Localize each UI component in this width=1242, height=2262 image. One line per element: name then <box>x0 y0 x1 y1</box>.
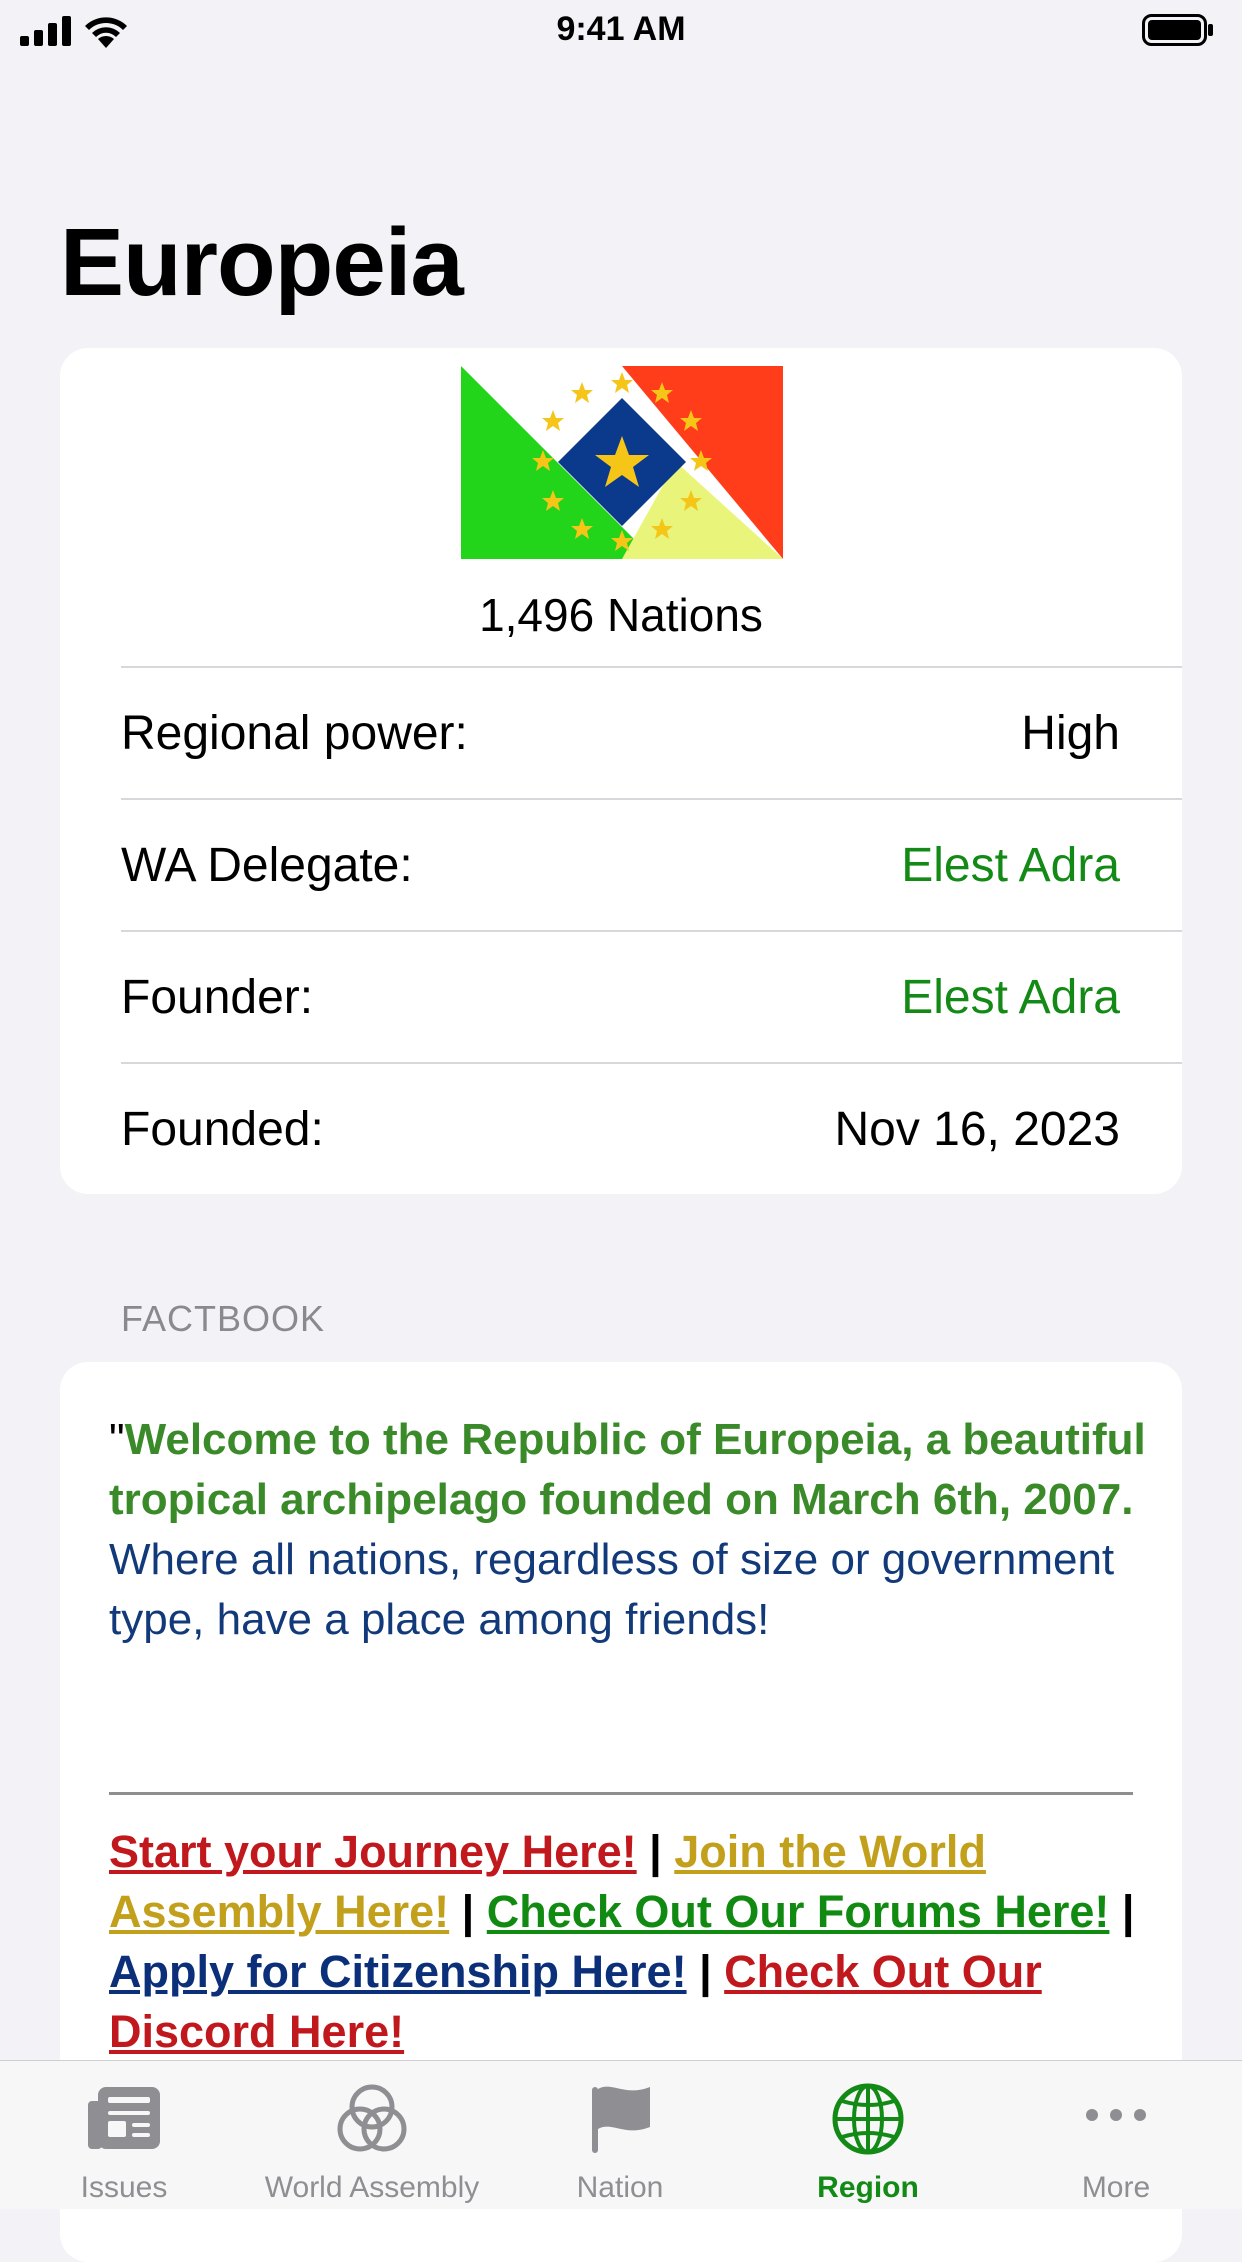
newspaper-icon <box>88 2087 160 2149</box>
status-time: 9:41 AM <box>556 10 686 48</box>
globe-icon <box>832 2083 904 2155</box>
tab-more-label: More <box>1081 2171 1151 2204</box>
three-rings-icon <box>337 2084 407 2152</box>
founded-value: Nov 16, 2023 <box>834 1103 1120 1156</box>
founder-link[interactable]: Elest Adra <box>901 970 1120 1025</box>
link-separator: | <box>686 1946 725 1997</box>
tab-issues-label: Issues <box>80 2171 168 2204</box>
wa-delegate-row[interactable]: WA Delegate: Elest Adra <box>121 798 1182 932</box>
regional-power-row: Regional power: High <box>121 666 1182 800</box>
founder-row[interactable]: Founder: Elest Adra <box>121 930 1182 1064</box>
tab-more[interactable]: More <box>992 2061 1240 2209</box>
founded-row: Founded: Nov 16, 2023 <box>121 1062 1182 1196</box>
tab-region[interactable]: Region <box>744 2061 992 2209</box>
link-separator: | <box>1109 1886 1135 1937</box>
regional-power-label: Regional power: <box>121 707 468 760</box>
tab-region-label: Region <box>817 2171 919 2204</box>
tab-world-assembly-label: World Assembly <box>264 2171 480 2204</box>
battery-icon <box>1142 14 1213 46</box>
founder-label: Founder: <box>121 971 314 1024</box>
factbook-links: Start your Journey Here! | Join the Worl… <box>109 1822 1159 2062</box>
region-info-card: 1,496 Nations Regional power: High WA De… <box>60 348 1182 1194</box>
factbook-intro: "Welcome to the Republic of Europeia, a … <box>109 1410 1149 1650</box>
factbook-tagline: Where all nations, regardless of size or… <box>109 1535 1115 1644</box>
factbook-section-header: FACTBOOK <box>121 1298 326 1339</box>
tab-bar: Issues World Assembly Nation Region More <box>0 2060 1242 2209</box>
factbook-divider <box>109 1792 1133 1795</box>
forums-link[interactable]: Check Out Our Forums Here! <box>487 1886 1110 1937</box>
page-title: Europeia <box>60 209 464 316</box>
ellipsis-icon <box>1086 2109 1146 2121</box>
link-separator: | <box>636 1826 675 1877</box>
wa-delegate-link[interactable]: Elest Adra <box>901 838 1120 893</box>
tab-world-assembly[interactable]: World Assembly <box>248 2061 496 2209</box>
regional-power-value: High <box>1021 707 1120 760</box>
status-bar: 9:41 AM <box>0 0 1242 62</box>
start-journey-link[interactable]: Start your Journey Here! <box>109 1826 637 1877</box>
nation-count: 1,496 Nations <box>479 589 763 641</box>
citizenship-link[interactable]: Apply for Citizenship Here! <box>109 1946 687 1997</box>
region-flag <box>461 366 783 559</box>
factbook-welcome: Welcome to the Republic of Europeia, a b… <box>109 1415 1146 1524</box>
founded-label: Founded: <box>121 1103 324 1156</box>
tab-nation[interactable]: Nation <box>496 2061 744 2209</box>
flag-icon <box>592 2086 650 2153</box>
tab-nation-label: Nation <box>576 2171 664 2204</box>
wa-delegate-label: WA Delegate: <box>121 839 413 892</box>
quote-mark: " <box>109 1415 125 1464</box>
link-separator: | <box>449 1886 487 1937</box>
tab-issues[interactable]: Issues <box>0 2061 248 2209</box>
